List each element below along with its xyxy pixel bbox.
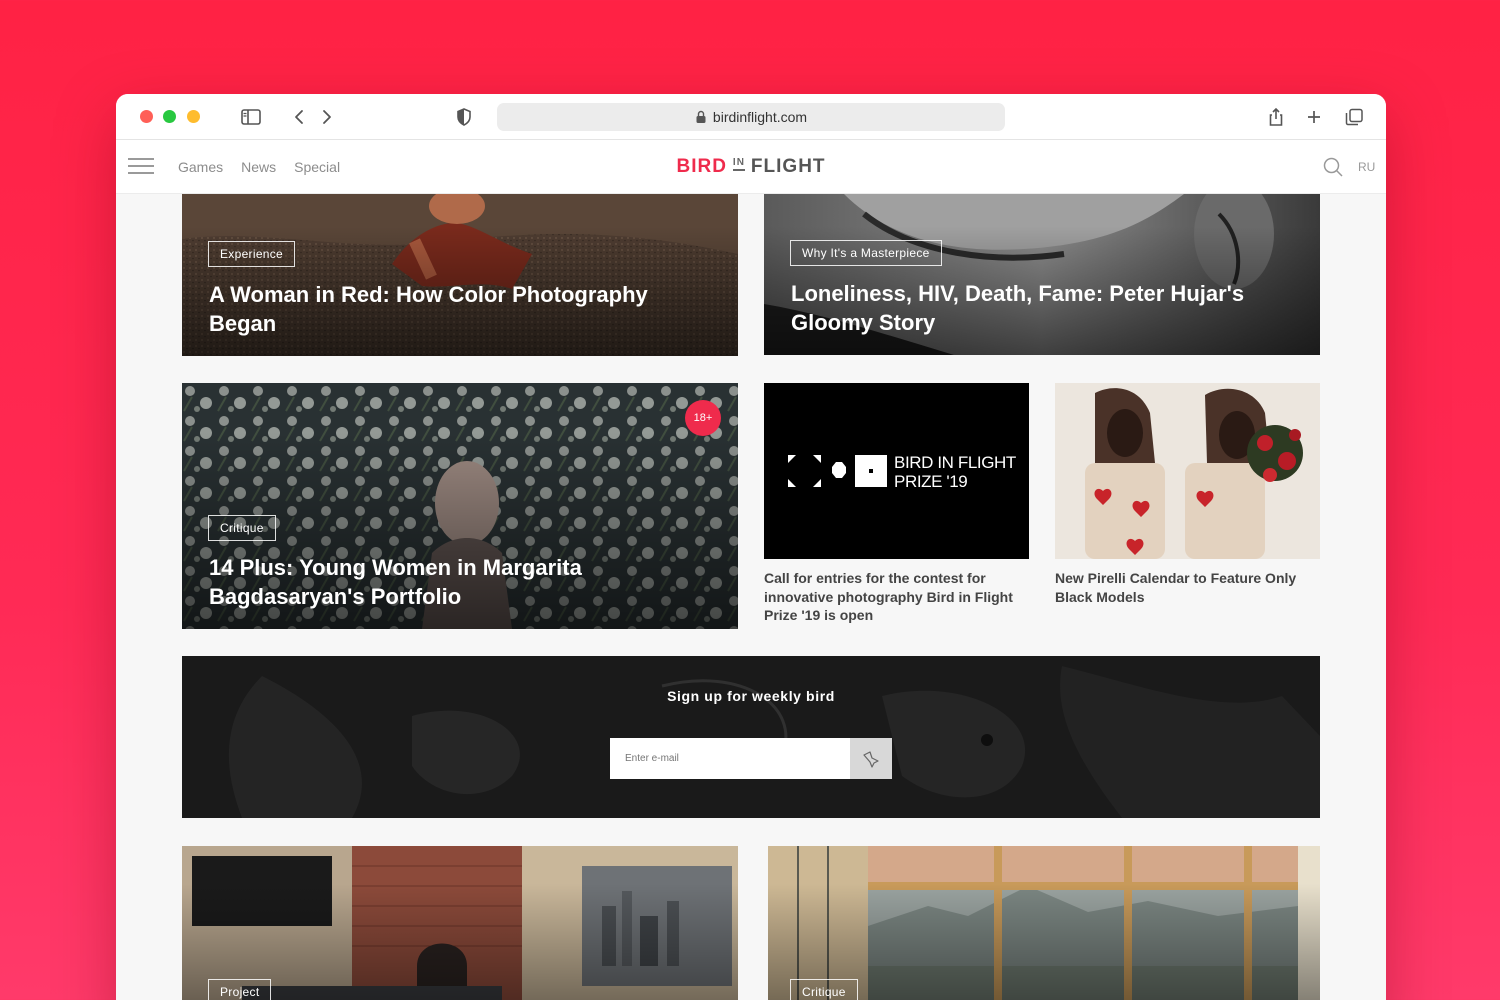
article-card-prize-19[interactable]: BIRD IN FLIGHT PRIZE '19 Call for entrie… [764, 383, 1029, 629]
search-icon[interactable] [1322, 156, 1344, 178]
article-title[interactable]: 14 Plus: Young Women in Margarita Bagdas… [209, 553, 679, 611]
category-tag[interactable]: Project [208, 979, 272, 1000]
newsletter-banner: Sign up for weekly bird [182, 656, 1320, 818]
tab-overview-icon[interactable] [1343, 106, 1365, 128]
article-caption[interactable]: New Pirelli Calendar to Feature Only Bla… [1055, 569, 1315, 606]
forward-icon[interactable] [316, 106, 338, 128]
article-caption[interactable]: Call for entries for the contest for inn… [764, 569, 1024, 625]
nav-news[interactable]: News [241, 159, 276, 175]
menu-icon[interactable] [128, 156, 154, 176]
article-image [1055, 383, 1320, 559]
category-tag[interactable]: Experience [208, 241, 296, 267]
newsletter-title: Sign up for weekly bird [667, 688, 835, 704]
new-tab-icon[interactable] [1303, 106, 1325, 128]
image-shade [182, 846, 738, 1000]
main-nav: Games News Special [178, 140, 340, 194]
article-card-project[interactable]: Project [182, 846, 738, 1000]
back-icon[interactable] [288, 106, 310, 128]
close-window-button[interactable] [140, 110, 153, 123]
category-tag[interactable]: Critique [208, 515, 276, 541]
prize-logo-line2: PRIZE '19 [894, 472, 968, 491]
prize-logo-image: BIRD IN FLIGHT PRIZE '19 [764, 383, 1029, 559]
image-shade [768, 846, 1320, 1000]
article-card-pirelli[interactable]: New Pirelli Calendar to Feature Only Bla… [1055, 383, 1320, 629]
category-tag[interactable]: Why It's a Masterpiece [790, 240, 942, 266]
article-title[interactable]: Loneliness, HIV, Death, Fame: Peter Huja… [791, 279, 1291, 337]
article-card-peter-hujar[interactable]: Why It's a Masterpiece Loneliness, HIV, … [764, 194, 1320, 355]
privacy-shield-icon[interactable] [453, 106, 475, 128]
browser-toolbar: birdinflight.com [116, 94, 1386, 140]
nav-games[interactable]: Games [178, 159, 223, 175]
bird-icon [863, 750, 879, 768]
category-tag[interactable]: Critique [790, 979, 858, 1000]
age-rating-badge: 18+ [685, 400, 721, 436]
subscribe-button[interactable] [850, 738, 892, 779]
prize-logo-line1: BIRD IN FLIGHT [894, 453, 1016, 472]
browser-window: birdinflight.com Games News Special BIRD… [116, 94, 1386, 1000]
site-logo[interactable]: BIRD IN FLIGHT [676, 140, 826, 194]
article-card-14-plus[interactable]: 18+ Critique 14 Plus: Young Women in Mar… [182, 383, 738, 629]
minimize-window-button[interactable] [187, 110, 200, 123]
newsletter-background-art [228, 666, 1320, 818]
site-header: Games News Special BIRD IN FLIGHT RU [116, 140, 1386, 194]
article-card-woman-in-red[interactable]: Experience A Woman in Red: How Color Pho… [182, 194, 738, 356]
article-card-critique[interactable]: Critique [768, 846, 1320, 1000]
logo-in: IN [732, 157, 745, 171]
prize-logo-text: BIRD IN FLIGHT PRIZE '19 [894, 453, 1016, 491]
address-bar[interactable]: birdinflight.com [497, 103, 1005, 131]
lock-icon [696, 110, 706, 123]
nav-special[interactable]: Special [294, 159, 340, 175]
article-title[interactable]: A Woman in Red: How Color Photography Be… [209, 280, 709, 338]
zoom-window-button[interactable] [163, 110, 176, 123]
logo-bird: BIRD [676, 156, 727, 177]
email-field[interactable] [610, 738, 850, 779]
language-switch[interactable]: RU [1358, 140, 1375, 194]
address-url: birdinflight.com [712, 109, 808, 125]
share-icon[interactable] [1265, 106, 1287, 128]
logo-flight: FLIGHT [750, 156, 826, 177]
sidebar-toggle-icon[interactable] [240, 106, 262, 128]
